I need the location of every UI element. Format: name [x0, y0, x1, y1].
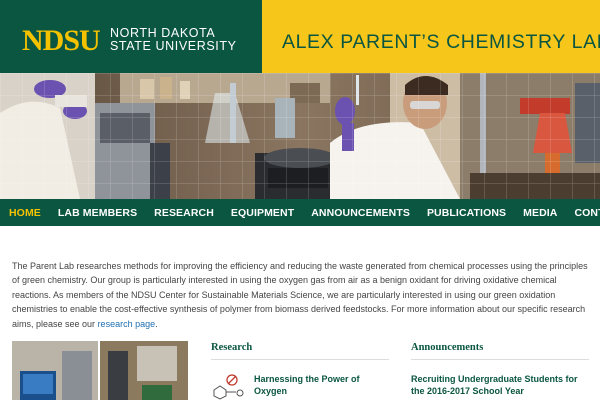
nav-home[interactable]: HOME	[9, 207, 41, 219]
ndsu-brand[interactable]: NDSU NORTH DAKOTA STATE UNIVERSITY	[0, 0, 262, 73]
announcement-post-title-line1: Recruiting Undergraduate Students for	[411, 374, 578, 384]
nav-equipment[interactable]: EQUIPMENT	[231, 207, 294, 219]
nav-publications[interactable]: PUBLICATIONS	[427, 207, 506, 219]
lab-thumbnail-image[interactable]	[12, 341, 188, 400]
nav-media[interactable]: MEDIA	[523, 207, 557, 219]
lab-title[interactable]: ALEX PARENT’S CHEMISTRY LAB	[282, 31, 600, 54]
nav-contact[interactable]: CONTACT	[574, 207, 600, 219]
lab-photo-collage	[0, 73, 600, 199]
university-name-line2: STATE UNIVERSITY	[110, 39, 237, 53]
hero-banner-image	[0, 73, 600, 199]
nav-research[interactable]: RESEARCH	[154, 207, 214, 219]
oxygen-reaction-icon	[212, 374, 248, 400]
research-post-title[interactable]: Harnessing the Power of Oxygen	[254, 373, 360, 397]
site-header: NDSU NORTH DAKOTA STATE UNIVERSITY ALEX …	[0, 0, 600, 73]
announcements-heading: Announcements	[411, 342, 484, 353]
university-name: NORTH DAKOTA STATE UNIVERSITY	[110, 27, 237, 53]
announcement-post-title[interactable]: Recruiting Undergraduate Students for th…	[411, 373, 578, 397]
research-divider	[211, 359, 389, 360]
nav-announcements[interactable]: ANNOUNCEMENTS	[311, 207, 410, 219]
nav-lab-members[interactable]: LAB MEMBERS	[58, 207, 137, 219]
announcement-post-title-line2: the 2016-2017 School Year	[411, 386, 524, 396]
ndsu-logo: NDSU	[22, 24, 101, 57]
lab-title-bar: ALEX PARENT’S CHEMISTRY LAB	[262, 0, 600, 73]
intro-end: .	[155, 318, 158, 329]
announcements-divider	[411, 359, 589, 360]
main-navigation: HOME LAB MEMBERS RESEARCH EQUIPMENT ANNO…	[0, 199, 600, 226]
research-page-link[interactable]: research page	[98, 319, 156, 329]
research-post-title-line2: Oxygen	[254, 386, 288, 396]
intro-paragraph: The Parent Lab researches methods for im…	[12, 259, 592, 331]
lab-thumbnail-photo	[12, 341, 188, 400]
research-post-title-line1: Harnessing the Power of	[254, 374, 360, 384]
research-heading: Research	[211, 342, 253, 353]
